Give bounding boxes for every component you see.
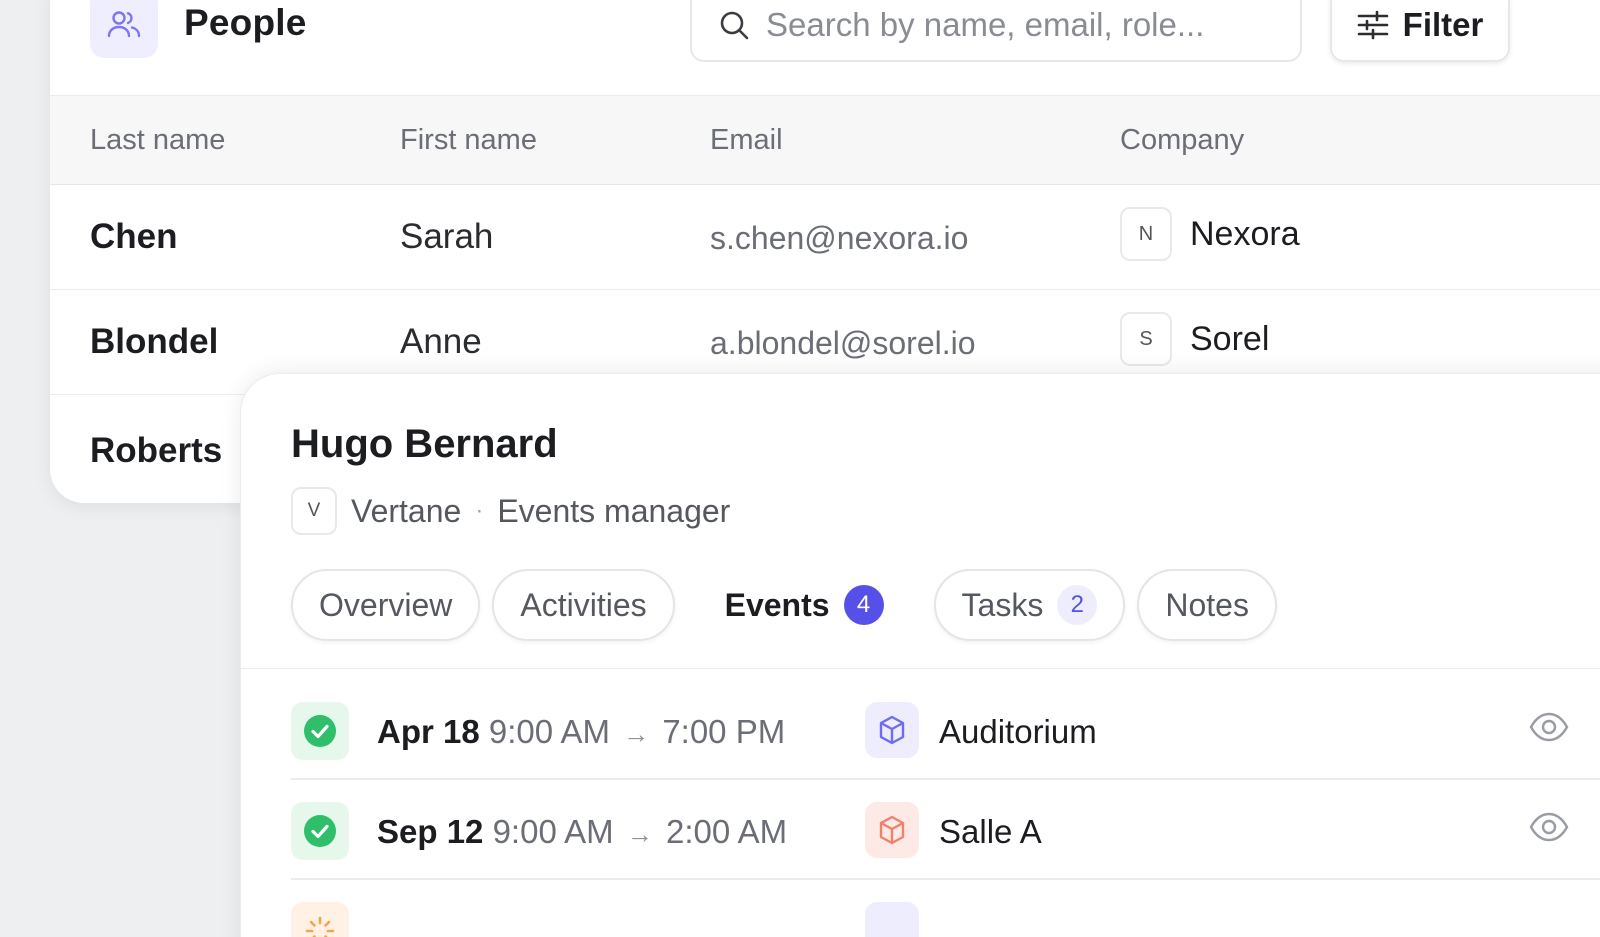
- filter-label: Filter: [1402, 6, 1484, 43]
- event-start: 9:00 AM: [492, 813, 614, 850]
- cube-icon: [865, 702, 919, 758]
- table-row[interactable]: Chen Sarah s.chen@nexora.io N Nexora: [50, 185, 1600, 290]
- separator-dot: ·: [475, 497, 484, 524]
- search-input[interactable]: [766, 6, 1286, 44]
- tab-overview[interactable]: Overview: [291, 569, 481, 641]
- status-check-icon: [291, 802, 349, 860]
- cell-first-name: Anne: [400, 322, 482, 361]
- event-time: Apr 18 9:00 AM → 7:00 PM: [377, 713, 785, 751]
- tab-label: Activities: [520, 586, 647, 623]
- search-box[interactable]: [690, 0, 1302, 62]
- cell-last-name: Roberts: [90, 431, 223, 470]
- event-date: Apr 18: [377, 713, 480, 750]
- tab-activities[interactable]: Activities: [492, 569, 675, 641]
- cell-company: S Sorel: [1120, 312, 1269, 366]
- company-logo: N: [1120, 207, 1172, 261]
- column-company[interactable]: Company: [1120, 124, 1244, 157]
- event-end: 7:00 PM: [662, 713, 786, 750]
- page-title: People: [184, 2, 307, 43]
- event-time: Sep 12 9:00 AM → 2:00 AM: [377, 813, 787, 851]
- tab-notes[interactable]: Notes: [1137, 569, 1277, 641]
- cell-email: s.chen@nexora.io: [710, 220, 969, 256]
- person-role: Events manager: [497, 492, 731, 529]
- divider: [241, 668, 1600, 669]
- arrow-right-icon: →: [623, 719, 650, 749]
- company-logo: V: [291, 487, 337, 535]
- company-name: Nexora: [1190, 214, 1300, 253]
- cell-last-name: Blondel: [90, 322, 219, 361]
- tab-label: Notes: [1165, 586, 1249, 623]
- tasks-count-badge: 2: [1057, 585, 1098, 625]
- tab-label: Tasks: [961, 586, 1044, 623]
- detail-tabs: Overview Activities Events 4 Tasks 2 Not…: [291, 569, 1277, 641]
- cell-first-name: Sarah: [400, 217, 494, 256]
- cube-icon: [865, 802, 919, 858]
- person-name: Hugo Bernard: [291, 422, 558, 466]
- sliders-icon: [1357, 10, 1388, 40]
- cell-email: a.blondel@sorel.io: [710, 325, 976, 361]
- event-end: 2:00 AM: [666, 813, 788, 850]
- eye-icon[interactable]: [1529, 810, 1569, 849]
- event-room[interactable]: Auditorium: [939, 713, 1097, 751]
- tab-label: Events: [724, 586, 830, 623]
- column-email[interactable]: Email: [710, 124, 783, 157]
- event-room[interactable]: Salle A: [939, 813, 1042, 851]
- status-check-icon: [291, 702, 349, 760]
- status-pending-icon: [291, 902, 349, 937]
- column-first-name[interactable]: First name: [400, 124, 537, 157]
- people-icon: [90, 0, 158, 58]
- cube-icon: [865, 902, 919, 937]
- event-row[interactable]: Sep 12 9:00 AM → 2:00 AM Salle A: [291, 780, 1600, 880]
- event-date: Sep 12: [377, 813, 484, 850]
- table-header: Last name First name Email Company: [50, 96, 1600, 185]
- tab-label: Overview: [319, 586, 453, 623]
- cell-company: N Nexora: [1120, 207, 1300, 261]
- cell-last-name: Chen: [90, 217, 178, 256]
- event-row[interactable]: Apr 18 9:00 AM → 7:00 PM Auditorium: [291, 680, 1600, 780]
- company-name: Sorel: [1190, 319, 1270, 358]
- people-header: People Filter: [50, 0, 1600, 96]
- search-icon: [720, 11, 749, 40]
- person-company[interactable]: Vertane: [351, 493, 461, 530]
- arrow-right-icon: →: [626, 819, 653, 849]
- events-count-badge: 4: [843, 585, 884, 625]
- tab-tasks[interactable]: Tasks 2: [933, 569, 1126, 641]
- event-start: 9:00 AM: [488, 713, 610, 750]
- company-logo: S: [1120, 312, 1172, 366]
- eye-icon[interactable]: [1529, 710, 1569, 749]
- person-subtitle: V Vertane · Events manager: [291, 487, 730, 535]
- filter-button[interactable]: Filter: [1330, 0, 1510, 62]
- event-row[interactable]: [291, 880, 1600, 937]
- column-last-name[interactable]: Last name: [90, 124, 225, 157]
- tab-events[interactable]: Events 4: [686, 569, 922, 641]
- person-detail-panel: Hugo Bernard V Vertane · Events manager …: [240, 373, 1600, 937]
